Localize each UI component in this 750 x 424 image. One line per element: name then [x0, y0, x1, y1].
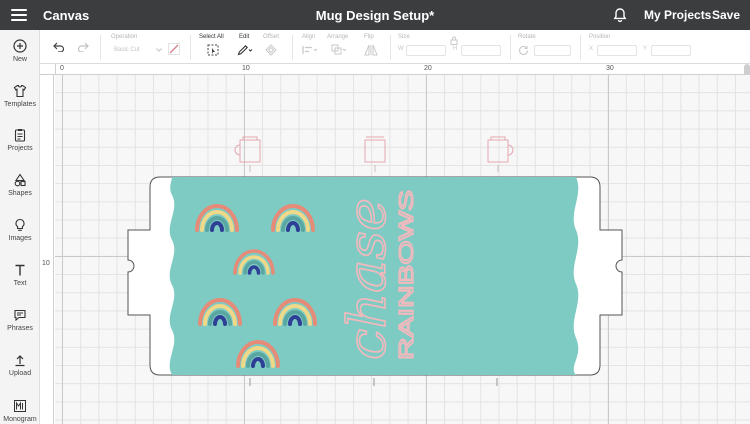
undo-icon[interactable] — [53, 42, 65, 52]
left-sidebar: New Templates Projects Shapes Images Tex… — [0, 30, 40, 424]
size-w-label: W — [398, 46, 404, 52]
rotate-input[interactable] — [534, 45, 571, 56]
size-h-label: H — [453, 46, 458, 52]
toolbar-divider — [100, 35, 101, 60]
select-all-label: Select All — [199, 34, 224, 40]
select-all-icon[interactable] — [207, 44, 219, 56]
sidebar-item-label: Text — [13, 280, 27, 287]
pen-color-icon[interactable] — [168, 43, 180, 55]
sidebar-item-label: Upload — [8, 370, 32, 377]
edit-toolbar: Operation Basic Cut Select All Edit Offs… — [40, 30, 750, 64]
plus-circle-icon — [13, 39, 27, 53]
clipboard-icon — [14, 129, 26, 142]
y-position-input[interactable] — [651, 45, 691, 56]
arrange-icon — [331, 44, 347, 55]
edit-label: Edit — [239, 34, 250, 40]
ruler-tick-label: 0 — [60, 65, 64, 72]
speech-bubble-icon — [14, 309, 26, 322]
document-title: Mug Design Setup* — [315, 8, 435, 23]
mug-icon — [364, 136, 386, 172]
tshirt-icon — [13, 84, 27, 98]
flip-icon — [364, 44, 378, 56]
text-icon — [15, 264, 25, 276]
shapes-icon — [14, 173, 26, 187]
sidebar-item-shapes[interactable]: Shapes — [0, 173, 40, 197]
save-button[interactable]: Save — [712, 8, 740, 22]
bell-icon[interactable] — [612, 7, 628, 23]
edit-pencil-icon[interactable] — [237, 44, 253, 56]
toolbar-divider — [190, 35, 191, 60]
ruler-tick-label: 20 — [424, 65, 432, 72]
offset-label: Offset — [263, 34, 279, 40]
monogram-icon — [14, 400, 26, 412]
ruler-left: 10 — [40, 75, 54, 424]
sidebar-item-label: Monogram — [3, 416, 37, 423]
menu-icon[interactable] — [11, 9, 27, 21]
sidebar-item-label: Images — [8, 235, 32, 242]
chevron-down-icon — [156, 48, 162, 52]
position-label: Position — [589, 34, 611, 40]
sidebar-item-templates[interactable]: Templates — [0, 84, 40, 108]
sidebar-item-label: Projects — [7, 145, 33, 152]
toolbar-divider — [390, 35, 391, 60]
width-input[interactable] — [406, 45, 446, 56]
lightbulb-icon — [15, 218, 25, 231]
sidebar-item-text[interactable]: Text — [0, 263, 40, 287]
x-position-input[interactable] — [597, 45, 637, 56]
align-label: Align — [302, 34, 316, 40]
sidebar-item-upload[interactable]: Upload — [0, 353, 40, 377]
my-projects-link[interactable]: My Projects — [644, 8, 711, 22]
ruler-tick-label: 10 — [42, 260, 50, 267]
mug-template: chase RAINBOWS — [127, 136, 623, 386]
offset-icon — [265, 44, 277, 56]
operation-label: Operation — [111, 34, 138, 40]
rotate-icon — [518, 45, 529, 55]
script-text: chase — [338, 198, 398, 360]
sidebar-item-label: New — [12, 56, 27, 63]
mug-icon — [234, 136, 261, 172]
toolbar-divider — [510, 35, 511, 60]
sidebar-item-images[interactable]: Images — [0, 218, 40, 242]
top-bar: Canvas Mug Design Setup* My Projects Sav… — [0, 0, 750, 30]
position-x-label: X — [589, 46, 594, 52]
arrange-label: Arrange — [327, 34, 349, 40]
height-input[interactable] — [461, 45, 501, 56]
mug-icon — [487, 136, 514, 172]
sidebar-item-label: Phrases — [7, 325, 33, 332]
ruler-top: 0 10 20 30 — [56, 64, 750, 75]
app-title: Canvas — [43, 8, 90, 23]
size-label: Size — [398, 34, 410, 40]
upload-icon — [15, 355, 25, 367]
align-icon — [302, 46, 318, 54]
ruler-tick-label: 10 — [242, 65, 250, 72]
toolbar-divider — [292, 35, 293, 60]
block-text: RAINBOWS — [396, 190, 418, 360]
lock-icon[interactable] — [450, 36, 458, 45]
rotate-label: Rotate — [518, 34, 536, 40]
ruler-tick-label: 30 — [606, 65, 614, 72]
sidebar-item-new[interactable]: New — [0, 39, 40, 63]
sidebar-item-projects[interactable]: Projects — [0, 128, 40, 152]
redo-icon[interactable] — [77, 42, 89, 52]
flip-label: Flip — [364, 34, 374, 40]
operation-select[interactable]: Basic Cut — [114, 47, 140, 53]
position-y-label: Y — [643, 46, 648, 52]
ruler-corner — [40, 64, 56, 75]
sidebar-item-monogram[interactable]: Monogram — [0, 399, 40, 423]
sidebar-item-phrases[interactable]: Phrases — [0, 308, 40, 332]
sidebar-item-label: Templates — [4, 101, 36, 108]
sidebar-item-label: Shapes — [8, 190, 32, 197]
toolbar-divider — [580, 35, 581, 60]
